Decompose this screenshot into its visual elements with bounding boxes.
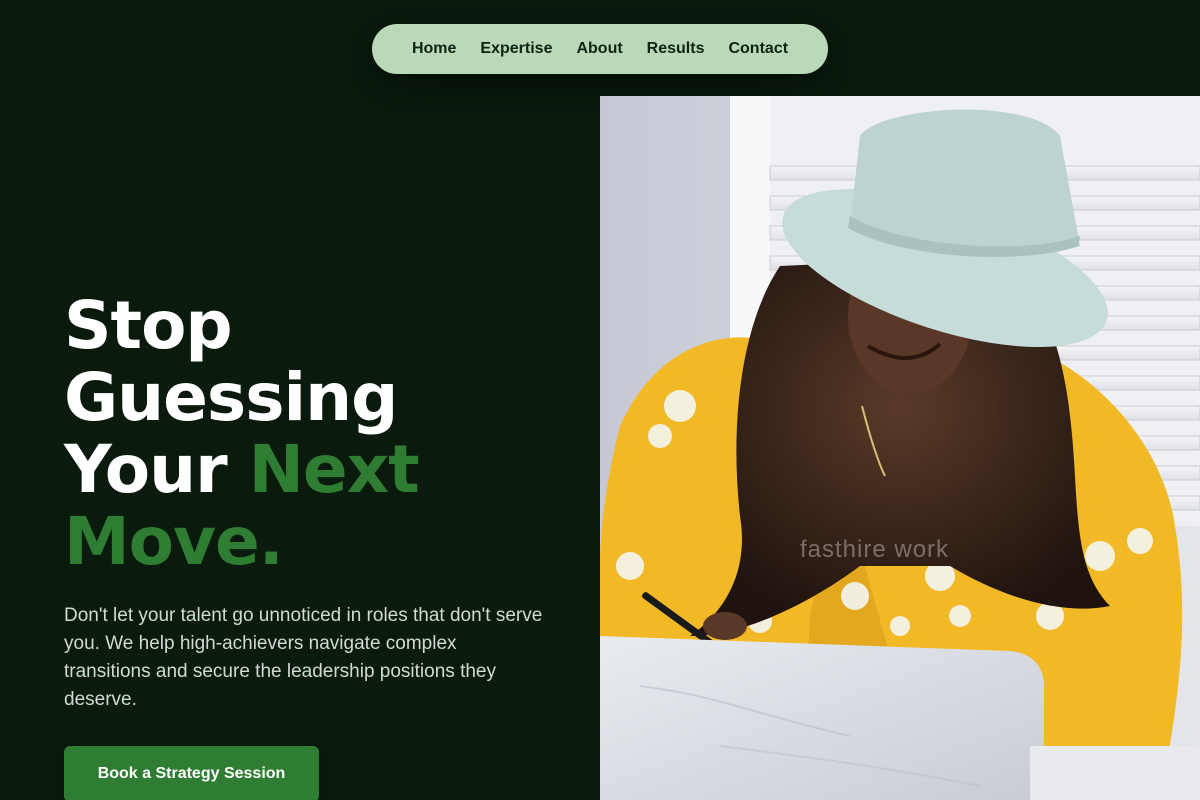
hero-title-line2: Guessing [64, 359, 398, 436]
hero-title-next: Next [248, 431, 420, 508]
landing-page: Home Expertise About Results Contact Sto… [0, 0, 1200, 800]
book-strategy-session-button[interactable]: Book a Strategy Session [64, 746, 319, 800]
nav-contact-link[interactable]: Contact [728, 40, 788, 58]
nav-results-link[interactable]: Results [647, 40, 705, 58]
hero-title-line3: Your Next [64, 434, 564, 506]
main-nav: Home Expertise About Results Contact [372, 24, 828, 74]
hero-title-line1: Stop [64, 287, 233, 364]
nav-home-link[interactable]: Home [412, 40, 456, 58]
nav-expertise-link[interactable]: Expertise [480, 40, 552, 58]
hero-title-your: Your [64, 431, 228, 508]
photo-watermark: fasthire work [800, 536, 950, 563]
hero-subtitle: Don't let your talent go unnoticed in ro… [64, 605, 543, 710]
hero-photo-illustration [600, 96, 1200, 800]
hero-title: Stop Guessing Your Next Move. [64, 290, 564, 578]
hero-photo: fasthire work [600, 96, 1200, 800]
hero-title-line4: Move. [64, 503, 284, 580]
nav-about-link[interactable]: About [576, 40, 622, 58]
